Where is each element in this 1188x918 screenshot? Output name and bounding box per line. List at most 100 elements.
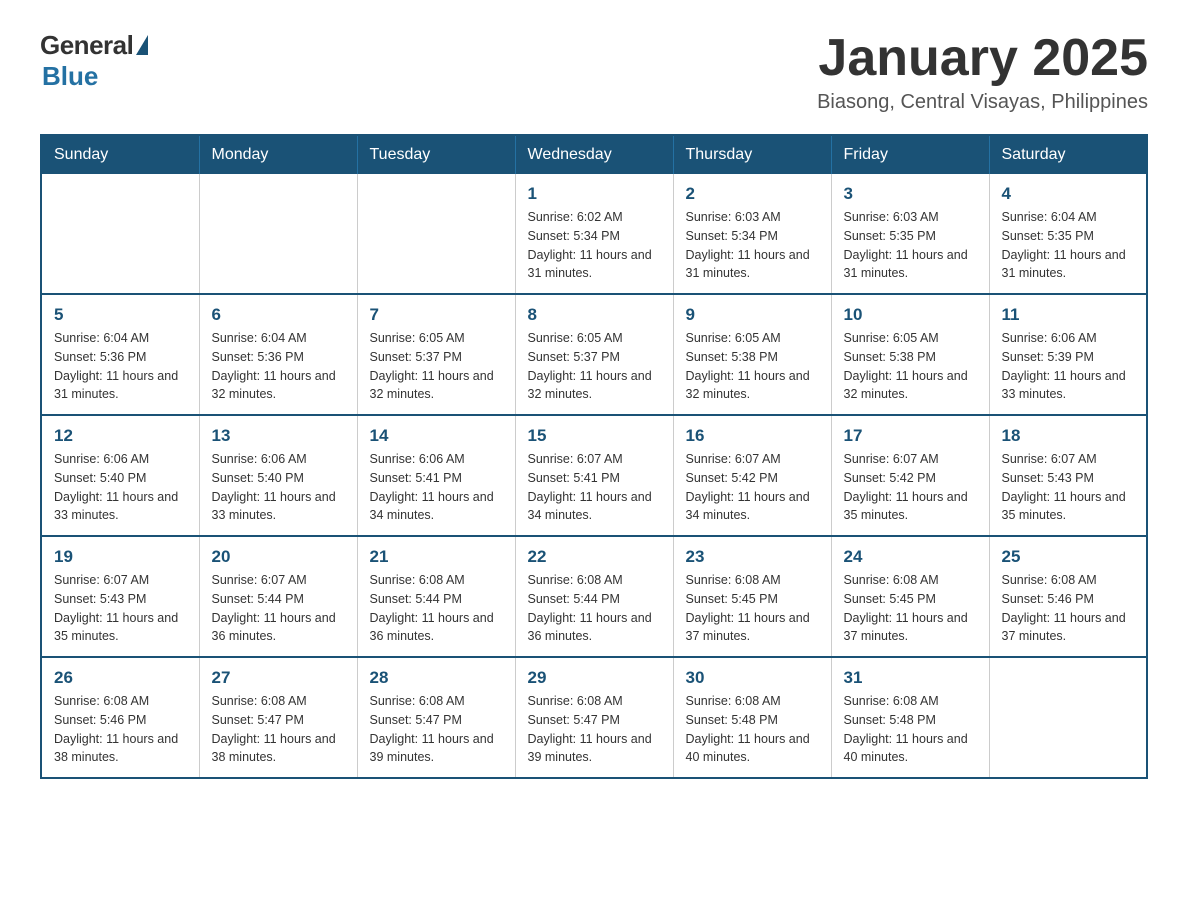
calendar-week-2: 5Sunrise: 6:04 AMSunset: 5:36 PMDaylight… — [41, 294, 1147, 415]
logo-triangle-icon — [136, 35, 148, 55]
day-info: Sunrise: 6:08 AMSunset: 5:47 PMDaylight:… — [528, 692, 661, 767]
calendar-cell: 31Sunrise: 6:08 AMSunset: 5:48 PMDayligh… — [831, 657, 989, 778]
calendar-cell: 10 Sunrise: 6:05 AMSunset: 5:38 PMDayligh… — [831, 294, 989, 415]
calendar-week-3: 12 Sunrise: 6:06 AMSunset: 5:40 PMDayligh… — [41, 415, 1147, 536]
calendar-week-4: 19Sunrise: 6:07 AMSunset: 5:43 PMDayligh… — [41, 536, 1147, 657]
day-number: 14 — [370, 426, 503, 446]
day-number: 4 — [1002, 184, 1135, 204]
day-info: Sunrise: 6:08 AMSunset: 5:47 PMDaylight:… — [212, 692, 345, 767]
day-info: Sunrise: 6:08 AMSunset: 5:46 PMDaylight:… — [1002, 571, 1135, 646]
day-info: Sunrise: 6:08 AMSunset: 5:48 PMDaylight:… — [686, 692, 819, 767]
day-number: 18 — [1002, 426, 1135, 446]
calendar-cell: 16 Sunrise: 6:07 AMSunset: 5:42 PMDayligh… — [673, 415, 831, 536]
day-info: Sunrise: 6:07 AMSunset: 5:41 PMDaylight:… — [528, 450, 661, 525]
day-info: Sunrise: 6:03 AMSunset: 5:34 PMDaylight:… — [686, 208, 819, 283]
day-info: Sunrise: 6:06 AMSunset: 5:40 PMDaylight:… — [212, 450, 345, 525]
day-number: 24 — [844, 547, 977, 567]
calendar-cell: 4Sunrise: 6:04 AMSunset: 5:35 PMDaylight… — [989, 174, 1147, 294]
calendar-cell: 25Sunrise: 6:08 AMSunset: 5:46 PMDayligh… — [989, 536, 1147, 657]
day-info: Sunrise: 6:05 AMSunset: 5:38 PMDaylight:… — [844, 329, 977, 404]
day-number: 13 — [212, 426, 345, 446]
calendar-cell: 30 Sunrise: 6:08 AMSunset: 5:48 PMDayligh… — [673, 657, 831, 778]
calendar-header-row: SundayMondayTuesdayWednesdayThursdayFrid… — [41, 135, 1147, 174]
day-info: Sunrise: 6:02 AMSunset: 5:34 PMDaylight:… — [528, 208, 661, 283]
day-number: 29 — [528, 668, 661, 688]
day-number: 27 — [212, 668, 345, 688]
day-info: Sunrise: 6:06 AMSunset: 5:41 PMDaylight:… — [370, 450, 503, 525]
day-info: Sunrise: 6:03 AMSunset: 5:35 PMDaylight:… — [844, 208, 977, 283]
day-number: 7 — [370, 305, 503, 325]
calendar-cell: 29 Sunrise: 6:08 AMSunset: 5:47 PMDayligh… — [515, 657, 673, 778]
calendar-cell: 14 Sunrise: 6:06 AMSunset: 5:41 PMDayligh… — [357, 415, 515, 536]
calendar-header-monday: Monday — [199, 135, 357, 174]
calendar-cell: 7Sunrise: 6:05 AMSunset: 5:37 PMDaylight… — [357, 294, 515, 415]
day-number: 8 — [528, 305, 661, 325]
page-header: General Blue January 2025 Biasong, Centr… — [40, 30, 1148, 114]
day-info: Sunrise: 6:08 AMSunset: 5:45 PMDaylight:… — [844, 571, 977, 646]
day-number: 2 — [686, 184, 819, 204]
day-info: Sunrise: 6:08 AMSunset: 5:47 PMDaylight:… — [370, 692, 503, 767]
calendar-cell: 5Sunrise: 6:04 AMSunset: 5:36 PMDaylight… — [41, 294, 199, 415]
day-number: 12 — [54, 426, 187, 446]
day-info: Sunrise: 6:07 AMSunset: 5:44 PMDaylight:… — [212, 571, 345, 646]
day-info: Sunrise: 6:04 AMSunset: 5:36 PMDaylight:… — [212, 329, 345, 404]
day-info: Sunrise: 6:05 AMSunset: 5:38 PMDaylight:… — [686, 329, 819, 404]
day-number: 21 — [370, 547, 503, 567]
calendar-cell — [41, 174, 199, 294]
calendar-cell: 27 Sunrise: 6:08 AMSunset: 5:47 PMDayligh… — [199, 657, 357, 778]
day-number: 31 — [844, 668, 977, 688]
calendar-cell: 3 Sunrise: 6:03 AMSunset: 5:35 PMDaylight… — [831, 174, 989, 294]
day-info: Sunrise: 6:08 AMSunset: 5:44 PMDaylight:… — [370, 571, 503, 646]
day-number: 26 — [54, 668, 187, 688]
calendar-cell: 23Sunrise: 6:08 AMSunset: 5:45 PMDayligh… — [673, 536, 831, 657]
day-info: Sunrise: 6:07 AMSunset: 5:43 PMDaylight:… — [1002, 450, 1135, 525]
day-info: Sunrise: 6:07 AMSunset: 5:42 PMDaylight:… — [686, 450, 819, 525]
calendar-cell: 2 Sunrise: 6:03 AMSunset: 5:34 PMDaylight… — [673, 174, 831, 294]
day-number: 23 — [686, 547, 819, 567]
calendar-cell: 6 Sunrise: 6:04 AMSunset: 5:36 PMDaylight… — [199, 294, 357, 415]
calendar-header-friday: Friday — [831, 135, 989, 174]
calendar-header-sunday: Sunday — [41, 135, 199, 174]
day-number: 19 — [54, 547, 187, 567]
calendar-cell: 20Sunrise: 6:07 AMSunset: 5:44 PMDayligh… — [199, 536, 357, 657]
day-number: 9 — [686, 305, 819, 325]
calendar-cell — [199, 174, 357, 294]
day-info: Sunrise: 6:07 AMSunset: 5:42 PMDaylight:… — [844, 450, 977, 525]
calendar-cell: 26 Sunrise: 6:08 AMSunset: 5:46 PMDayligh… — [41, 657, 199, 778]
calendar-cell: 1 Sunrise: 6:02 AMSunset: 5:34 PMDaylight… — [515, 174, 673, 294]
day-number: 1 — [528, 184, 661, 204]
calendar-header-wednesday: Wednesday — [515, 135, 673, 174]
day-number: 17 — [844, 426, 977, 446]
day-number: 11 — [1002, 305, 1135, 325]
calendar-cell: 15Sunrise: 6:07 AMSunset: 5:41 PMDayligh… — [515, 415, 673, 536]
calendar-cell: 12 Sunrise: 6:06 AMSunset: 5:40 PMDayligh… — [41, 415, 199, 536]
logo-general-text: General — [40, 30, 133, 61]
calendar-cell: 18 Sunrise: 6:07 AMSunset: 5:43 PMDayligh… — [989, 415, 1147, 536]
day-number: 10 — [844, 305, 977, 325]
calendar-cell: 9 Sunrise: 6:05 AMSunset: 5:38 PMDaylight… — [673, 294, 831, 415]
calendar-cell: 13 Sunrise: 6:06 AMSunset: 5:40 PMDayligh… — [199, 415, 357, 536]
day-info: Sunrise: 6:06 AMSunset: 5:40 PMDaylight:… — [54, 450, 187, 525]
day-info: Sunrise: 6:08 AMSunset: 5:46 PMDaylight:… — [54, 692, 187, 767]
day-number: 16 — [686, 426, 819, 446]
calendar-cell: 28Sunrise: 6:08 AMSunset: 5:47 PMDayligh… — [357, 657, 515, 778]
calendar-week-5: 26 Sunrise: 6:08 AMSunset: 5:46 PMDayligh… — [41, 657, 1147, 778]
calendar-header-thursday: Thursday — [673, 135, 831, 174]
logo: General Blue — [40, 30, 148, 92]
calendar-cell: 21 Sunrise: 6:08 AMSunset: 5:44 PMDayligh… — [357, 536, 515, 657]
calendar-cell: 8Sunrise: 6:05 AMSunset: 5:37 PMDaylight… — [515, 294, 673, 415]
month-title: January 2025 — [817, 30, 1148, 87]
day-number: 3 — [844, 184, 977, 204]
calendar-cell: 11 Sunrise: 6:06 AMSunset: 5:39 PMDayligh… — [989, 294, 1147, 415]
day-number: 30 — [686, 668, 819, 688]
calendar-cell: 22 Sunrise: 6:08 AMSunset: 5:44 PMDayligh… — [515, 536, 673, 657]
calendar-cell — [357, 174, 515, 294]
location: Biasong, Central Visayas, Philippines — [817, 91, 1148, 114]
calendar-header-tuesday: Tuesday — [357, 135, 515, 174]
day-info: Sunrise: 6:06 AMSunset: 5:39 PMDaylight:… — [1002, 329, 1135, 404]
calendar-cell: 19Sunrise: 6:07 AMSunset: 5:43 PMDayligh… — [41, 536, 199, 657]
day-info: Sunrise: 6:08 AMSunset: 5:44 PMDaylight:… — [528, 571, 661, 646]
title-section: January 2025 Biasong, Central Visayas, P… — [817, 30, 1148, 114]
day-number: 22 — [528, 547, 661, 567]
day-number: 6 — [212, 305, 345, 325]
